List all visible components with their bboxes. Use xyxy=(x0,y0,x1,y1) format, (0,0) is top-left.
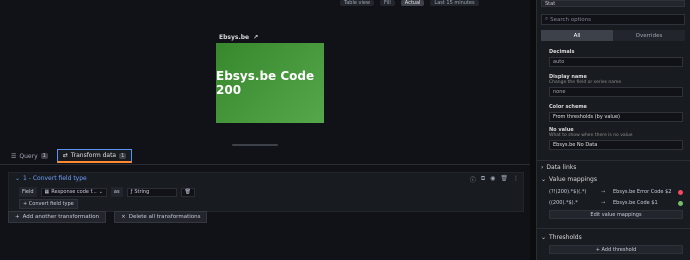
type-select-value: String xyxy=(134,189,150,195)
tab-divider xyxy=(0,164,530,165)
data-links-label: Data links xyxy=(546,164,577,171)
mapping-color-swatch xyxy=(678,200,683,206)
string-type-icon: ƒ xyxy=(130,189,133,195)
stat-panel: Ebsys.be Code 200 xyxy=(216,43,324,123)
chevron-down-icon[interactable]: ⌄ xyxy=(15,175,20,182)
transformation-header[interactable]: ⌄ 1 - Convert field type xyxy=(15,175,87,182)
transformation-card: ⌄ 1 - Convert field type ⓘ ⧉ ◉ 🗑 ⋮ Field… xyxy=(8,172,524,212)
trash-icon[interactable]: 🗑 xyxy=(500,175,508,184)
close-icon: × xyxy=(121,214,126,220)
section-divider xyxy=(537,228,690,229)
resize-handle[interactable] xyxy=(232,144,278,146)
type-select[interactable]: ƒ String xyxy=(126,187,177,197)
stat-value: Ebsys.be Code 200 xyxy=(216,69,315,97)
no-value-field: No value What to show when there is no v… xyxy=(549,127,683,150)
add-convert-label: Convert field type xyxy=(28,201,74,207)
mapping-row[interactable]: ((200).*$).* → Ebsys.be Code $1 xyxy=(549,200,683,206)
mapping-to: Ebsys.be Error Code $2 xyxy=(613,189,672,195)
transformation-actions: ⓘ ⧉ ◉ 🗑 ⋮ xyxy=(470,175,519,184)
no-value-input[interactable]: Ebsys.be No Data xyxy=(549,140,683,150)
transformation-actions-row: + Add another transformation × Delete al… xyxy=(8,211,208,223)
visualization-name: Stat xyxy=(545,0,556,7)
mapping-from: (?!(200).*$)(.*) xyxy=(549,189,587,195)
drag-handle-icon[interactable]: ⋮ xyxy=(513,175,519,184)
actual-button[interactable]: Actual xyxy=(400,0,425,6)
thresholds-label: Thresholds xyxy=(549,234,582,241)
database-icon: ☰ xyxy=(11,152,17,160)
field-select[interactable]: ▦ Response code f... ⌄ xyxy=(40,187,107,197)
panel-toolbar: Table view Fill Actual Last 15 minutes xyxy=(340,0,530,6)
segment-overrides[interactable]: Overrides xyxy=(613,30,685,41)
mapping-row[interactable]: (?!(200).*$)(.*) → Ebsys.be Error Code $… xyxy=(549,189,683,195)
mapping-color-swatch xyxy=(678,189,683,195)
delete-all-button[interactable]: × Delete all transformations xyxy=(114,211,208,223)
tab-query-label: Query xyxy=(19,152,38,160)
segment-all[interactable]: All xyxy=(541,30,613,41)
arrow-right-icon: → xyxy=(601,200,606,206)
add-convert-button[interactable]: + Convert field type xyxy=(19,199,78,209)
no-value-desc: What to show when there is no value xyxy=(549,133,633,138)
visualization-picker[interactable]: Stat xyxy=(541,0,685,7)
tab-query[interactable]: ☰ Query 1 xyxy=(8,149,51,163)
time-range-picker[interactable]: Last 15 minutes xyxy=(430,0,479,6)
color-scheme-select[interactable]: From thresholds (by value) xyxy=(549,112,683,122)
thresholds-section[interactable]: ⌄ Thresholds xyxy=(541,234,685,241)
field-type-icon: ▦ xyxy=(44,189,50,195)
color-scheme-label: Color scheme xyxy=(549,104,587,110)
edit-mappings-button[interactable]: Edit value mappings xyxy=(549,210,683,219)
tab-transform-label: Transform data xyxy=(70,152,117,159)
field-select-value: Response code f... xyxy=(51,189,97,195)
arrow-right-icon: → xyxy=(601,189,606,195)
decimals-input[interactable]: auto xyxy=(549,57,683,67)
panel-title: Ebsys.be ↗ xyxy=(219,34,258,41)
tab-query-count: 1 xyxy=(40,153,48,159)
chevron-down-icon: ⌄ xyxy=(541,176,547,183)
decimals-field: Decimals auto xyxy=(549,49,683,67)
trash-icon: 🗑 xyxy=(184,189,191,195)
display-name-desc: Change the field or series name xyxy=(549,80,622,85)
chevron-down-icon: ⌄ xyxy=(98,189,103,195)
section-divider xyxy=(537,160,690,161)
mapping-to: Ebsys.be Code $1 xyxy=(613,200,658,206)
debug-icon[interactable]: ⧉ xyxy=(481,175,485,184)
chevron-right-icon: › xyxy=(541,164,544,171)
mapping-from: ((200).*$).* xyxy=(549,200,578,206)
plus-icon: + xyxy=(15,214,20,220)
tab-transform-count: 1 xyxy=(119,152,127,159)
panel-title-text: Ebsys.be xyxy=(219,34,250,41)
info-icon[interactable]: ⓘ xyxy=(470,175,476,184)
tab-transform[interactable]: ⇄ Transform data 1 xyxy=(56,149,133,163)
external-link-icon[interactable]: ↗ xyxy=(253,34,258,41)
value-mappings-label: Value mappings xyxy=(549,176,597,183)
transform-icon: ⇄ xyxy=(62,152,68,159)
field-label: Field xyxy=(19,187,37,197)
data-links-section[interactable]: › Data links xyxy=(541,164,685,171)
options-search-input[interactable]: ⌕ Search options xyxy=(541,14,685,25)
display-name-field: Display name Change the field or series … xyxy=(549,74,683,97)
editor-tabs: ☰ Query 1 ⇄ Transform data 1 xyxy=(8,149,133,163)
add-transformation-label: Add another transformation xyxy=(22,214,100,220)
chevron-down-icon: ⌄ xyxy=(541,234,547,241)
as-label: as xyxy=(110,187,123,197)
table-view-toggle[interactable]: Table view xyxy=(340,0,375,6)
add-threshold-button[interactable]: + Add threshold xyxy=(549,245,683,254)
decimals-label: Decimals xyxy=(549,49,575,55)
search-placeholder: Search options xyxy=(550,16,591,23)
color-scheme-field: Color scheme From thresholds (by value) xyxy=(549,104,683,122)
options-segment: All Overrides xyxy=(541,30,685,41)
field-row: Field ▦ Response code f... ⌄ as ƒ String… xyxy=(19,187,195,197)
search-icon: ⌕ xyxy=(545,16,549,22)
eye-icon[interactable]: ◉ xyxy=(490,175,495,184)
add-transformation-button[interactable]: + Add another transformation xyxy=(8,211,107,223)
delete-all-label: Delete all transformations xyxy=(128,214,201,220)
display-name-input[interactable]: none xyxy=(549,87,683,97)
plus-icon: + xyxy=(23,201,28,207)
editor-main: Table view Fill Actual Last 15 minutes E… xyxy=(0,0,530,260)
remove-field-button[interactable]: 🗑 xyxy=(180,187,195,197)
transformation-title: 1 - Convert field type xyxy=(23,175,87,182)
fill-button[interactable]: Fill xyxy=(380,0,395,6)
options-pane: Stat ⌕ Search options All Overrides Deci… xyxy=(536,0,690,260)
value-mappings-section[interactable]: ⌄ Value mappings xyxy=(541,176,685,183)
